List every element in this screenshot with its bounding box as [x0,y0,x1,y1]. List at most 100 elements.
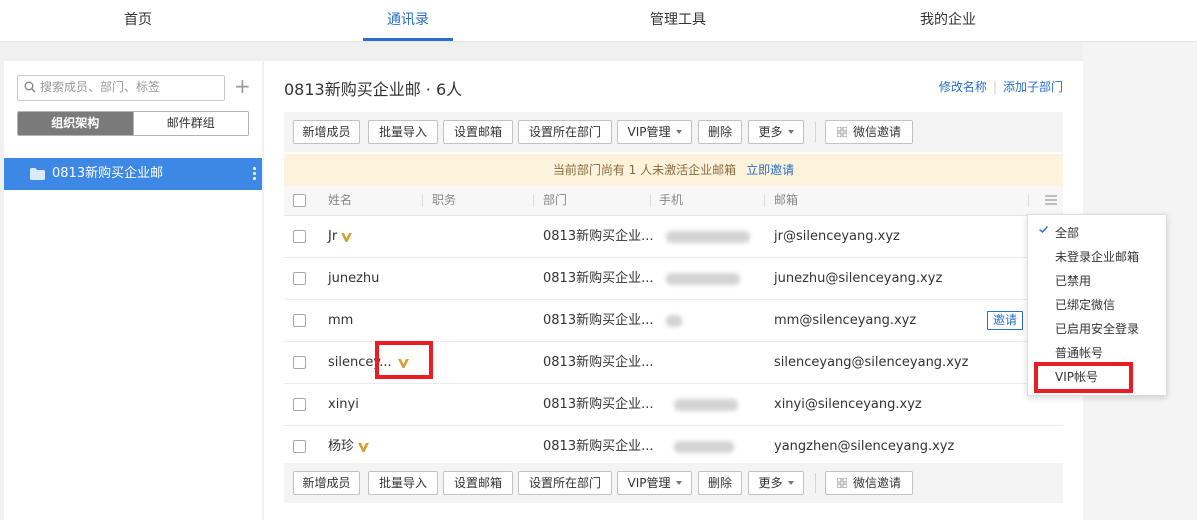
more-vertical-icon[interactable] [253,167,256,182]
plus-icon[interactable]: + [234,76,251,96]
row-checkbox[interactable] [293,398,306,411]
row-checkbox[interactable] [293,440,306,453]
wechat-invite-label: 微信邀请 [852,476,901,490]
filter-option-all[interactable]: 全部 [1055,221,1079,245]
member-email: mm@silenceyang.xyz [774,313,917,328]
row-checkbox[interactable] [293,230,306,243]
add-member-button[interactable]: 新增成员 [293,120,360,144]
more-label: 更多 [758,476,783,490]
notice-bar: 当前部门尚有 1 人未激活企业邮箱 立即邀请 [284,154,1063,186]
grid-icon [836,478,847,488]
caret-down-icon [787,130,794,134]
filter-option-secure-login[interactable]: 已启用安全登录 [1055,317,1139,341]
sidebar-item-department[interactable]: 0813新购买企业邮 [4,158,262,190]
member-department: 0813新购买企业... [543,439,654,454]
search-icon [24,81,36,93]
add-member-button[interactable]: 新增成员 [293,471,360,495]
search-box [17,75,225,101]
table-row[interactable]: xinyi 0813新购买企业... xinyi@silenceyang.xyz [284,384,1063,426]
wechat-invite-button[interactable]: 微信邀请 [825,120,913,144]
filter-option-not-logged-in[interactable]: 未登录企业邮箱 [1055,245,1139,269]
tab-mail-groups[interactable]: 邮件群组 [132,112,248,135]
tab-my-company[interactable]: 我的企业 [900,0,996,41]
column-separator [764,194,765,207]
table-row[interactable]: junezhu 0813新购买企业... junezhu@silenceyang… [284,258,1063,300]
caret-down-icon [675,130,682,134]
vip-crown-icon [358,443,370,452]
member-department: 0813新购买企业... [543,355,654,370]
delete-button[interactable]: 删除 [698,120,742,144]
column-title: 职务 [432,193,457,207]
more-button[interactable]: 更多 [748,471,804,495]
set-department-button[interactable]: 设置所在部门 [518,471,612,495]
row-checkbox[interactable] [293,314,306,327]
set-email-button[interactable]: 设置邮箱 [443,471,513,495]
delete-button[interactable]: 删除 [698,471,742,495]
main-panel: 0813新购买企业邮 · 6人 修改名称 | 添加子部门 新增成员 批量导入 设置邮… [264,61,1083,520]
column-separator [533,194,534,207]
more-label: 更多 [758,125,783,139]
caret-down-icon [675,481,682,485]
row-checkbox[interactable] [293,272,306,285]
toolbar-divider [815,473,816,493]
column-separator [422,194,423,207]
vip-crown-icon [341,233,353,242]
vip-management-label: VIP管理 [627,476,671,490]
set-email-button[interactable]: 设置邮箱 [443,120,513,144]
top-navigation: 首页 通讯录 管理工具 我的企业 [0,0,1197,42]
member-name[interactable]: 杨珍 [328,439,354,454]
member-name[interactable]: Jr [328,229,337,244]
notice-text: 当前部门尚有 1 人未激活企业邮箱 [552,163,737,177]
highlight-box-vip-crown [375,341,433,379]
filter-option-wechat-bound[interactable]: 已绑定微信 [1055,293,1115,317]
column-department: 部门 [543,193,568,207]
vip-management-button[interactable]: VIP管理 [617,120,692,144]
toolbar-divider [815,122,816,142]
column-name: 姓名 [328,193,353,207]
batch-import-button[interactable]: 批量导入 [368,120,438,144]
member-email: yangzhen@silenceyang.xyz [774,439,955,454]
member-department: 0813新购买企业... [543,397,654,412]
column-separator [1028,194,1029,207]
more-button[interactable]: 更多 [748,120,804,144]
table-header: 姓名 职务 部门 手机 邮箱 [284,186,1063,216]
member-department: 0813新购买企业... [543,271,654,286]
invite-button[interactable]: 邀请 [987,311,1024,330]
phone-redacted [674,441,734,453]
batch-import-button[interactable]: 批量导入 [368,471,438,495]
tab-org-structure[interactable]: 组织架构 [18,112,133,135]
tab-contacts[interactable]: 通讯录 [363,0,453,41]
member-department: 0813新购买企业... [543,229,654,244]
wechat-invite-button[interactable]: 微信邀请 [825,471,913,495]
member-name[interactable]: mm [328,300,353,341]
sidebar: + 组织架构 邮件群组 0813新购买企业邮 [4,61,262,520]
column-separator [650,194,651,207]
tab-home[interactable]: 首页 [92,0,184,41]
row-checkbox[interactable] [293,356,306,369]
member-name[interactable]: junezhu [328,258,379,299]
caret-down-icon [787,481,794,485]
toolbar-bottom: 新增成员 批量导入 设置邮箱 设置所在部门 VIP管理 删除 更多 微信邀请 [284,463,1063,503]
grid-icon [836,127,847,137]
column-phone: 手机 [659,193,684,207]
set-department-button[interactable]: 设置所在部门 [518,120,612,144]
phone-redacted [666,273,740,285]
table-row[interactable]: Jr 0813新购买企业... jr@silenceyang.xyz [284,216,1063,258]
vip-management-button[interactable]: VIP管理 [617,471,692,495]
vip-management-label: VIP管理 [627,125,671,139]
member-name[interactable]: xinyi [328,384,359,425]
tab-admin-tools[interactable]: 管理工具 [630,0,726,41]
invite-now-link[interactable]: 立即邀请 [746,163,794,177]
column-settings-icon[interactable] [1045,194,1057,206]
phone-redacted [666,315,682,327]
rename-link[interactable]: 修改名称 [939,80,987,94]
phone-redacted [674,399,738,411]
search-input[interactable] [40,78,220,96]
toolbar-top: 新增成员 批量导入 设置邮箱 设置所在部门 VIP管理 删除 更多 微信邀请 [284,112,1063,152]
table-row[interactable]: 杨珍 0813新购买企业... yangzhen@silenceyang.xyz [284,426,1063,468]
page-title: 0813新购买企业邮 · 6人 [284,80,463,99]
table-row[interactable]: mm 0813新购买企业... mm@silenceyang.xyz 邀请 [284,300,1063,342]
select-all-checkbox[interactable] [293,194,306,207]
filter-option-disabled[interactable]: 已禁用 [1055,269,1091,293]
add-subdepartment-link[interactable]: 添加子部门 [1003,80,1063,94]
